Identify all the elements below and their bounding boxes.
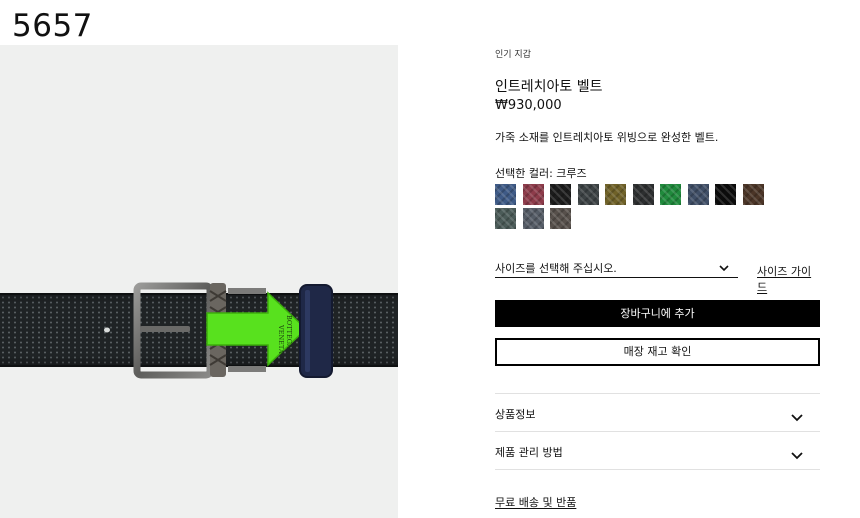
swatch-dark-slate[interactable] — [577, 184, 599, 205]
chevron-down-icon — [719, 262, 729, 275]
swatch-navy-blue[interactable] — [495, 184, 516, 205]
size-guide-link[interactable]: 사이즈 가이드 — [757, 263, 821, 295]
product-title: 인트레치아토 벨트 — [495, 79, 603, 95]
free-shipping-returns-link[interactable]: 무료 배송 및 반품 — [495, 494, 576, 510]
breadcrumb[interactable]: 인기 지갑 — [495, 47, 531, 60]
belt-illustration: BOTTEGA VENETA — [0, 282, 398, 379]
swatch-burgundy[interactable] — [522, 184, 544, 205]
image-id-label: 5657 — [12, 8, 93, 44]
product-price: ₩930,000 — [495, 98, 562, 113]
product-info-panel: 인기 지갑 인트레치아토 벨트 ₩930,000 가죽 소재를 인트레치아토 위… — [495, 0, 821, 518]
add-to-cart-button[interactable]: 장바구니에 추가 — [495, 300, 820, 327]
size-select[interactable]: 사이즈를 선택해 주십시오. — [495, 259, 738, 278]
chevron-down-icon — [791, 445, 803, 464]
strap-hole — [104, 327, 110, 333]
swatch-olive[interactable] — [605, 184, 626, 205]
chevron-down-icon — [791, 407, 803, 426]
swatch-black[interactable] — [550, 184, 571, 205]
size-select-placeholder: 사이즈를 선택해 주십시오. — [495, 262, 617, 275]
divider — [495, 469, 820, 470]
accordion-product-info[interactable]: 상품정보 — [495, 394, 820, 432]
swatch-taupe[interactable] — [550, 208, 571, 229]
swatch-steel-blue[interactable] — [687, 184, 709, 205]
swatch-charcoal[interactable] — [632, 184, 654, 205]
product-image: BOTTEGA VENETA — [0, 45, 398, 518]
swatch-green[interactable] — [660, 184, 681, 205]
selected-color-label: 선택한 컬러: 크루즈 — [495, 167, 587, 180]
buckle-prong — [140, 326, 190, 332]
swatch-grey-blue[interactable] — [522, 208, 544, 229]
accordion-label: 상품정보 — [495, 408, 536, 421]
swatch-teal-grey[interactable] — [495, 208, 516, 229]
accordion-care-instructions[interactable]: 제품 관리 방법 — [495, 432, 820, 470]
navy-leather-keeper — [300, 285, 332, 377]
swatch-jet-black[interactable] — [715, 184, 736, 205]
accordion-label: 제품 관리 방법 — [495, 446, 563, 459]
buckle-text-2: VENETA — [277, 324, 285, 354]
buckle-text-1: BOTTEGA — [285, 315, 293, 349]
swatch-brown[interactable] — [742, 184, 764, 205]
product-description: 가죽 소재를 인트레치아토 위빙으로 완성한 벨트. — [495, 131, 719, 144]
check-store-stock-button[interactable]: 매장 재고 확인 — [495, 338, 820, 366]
